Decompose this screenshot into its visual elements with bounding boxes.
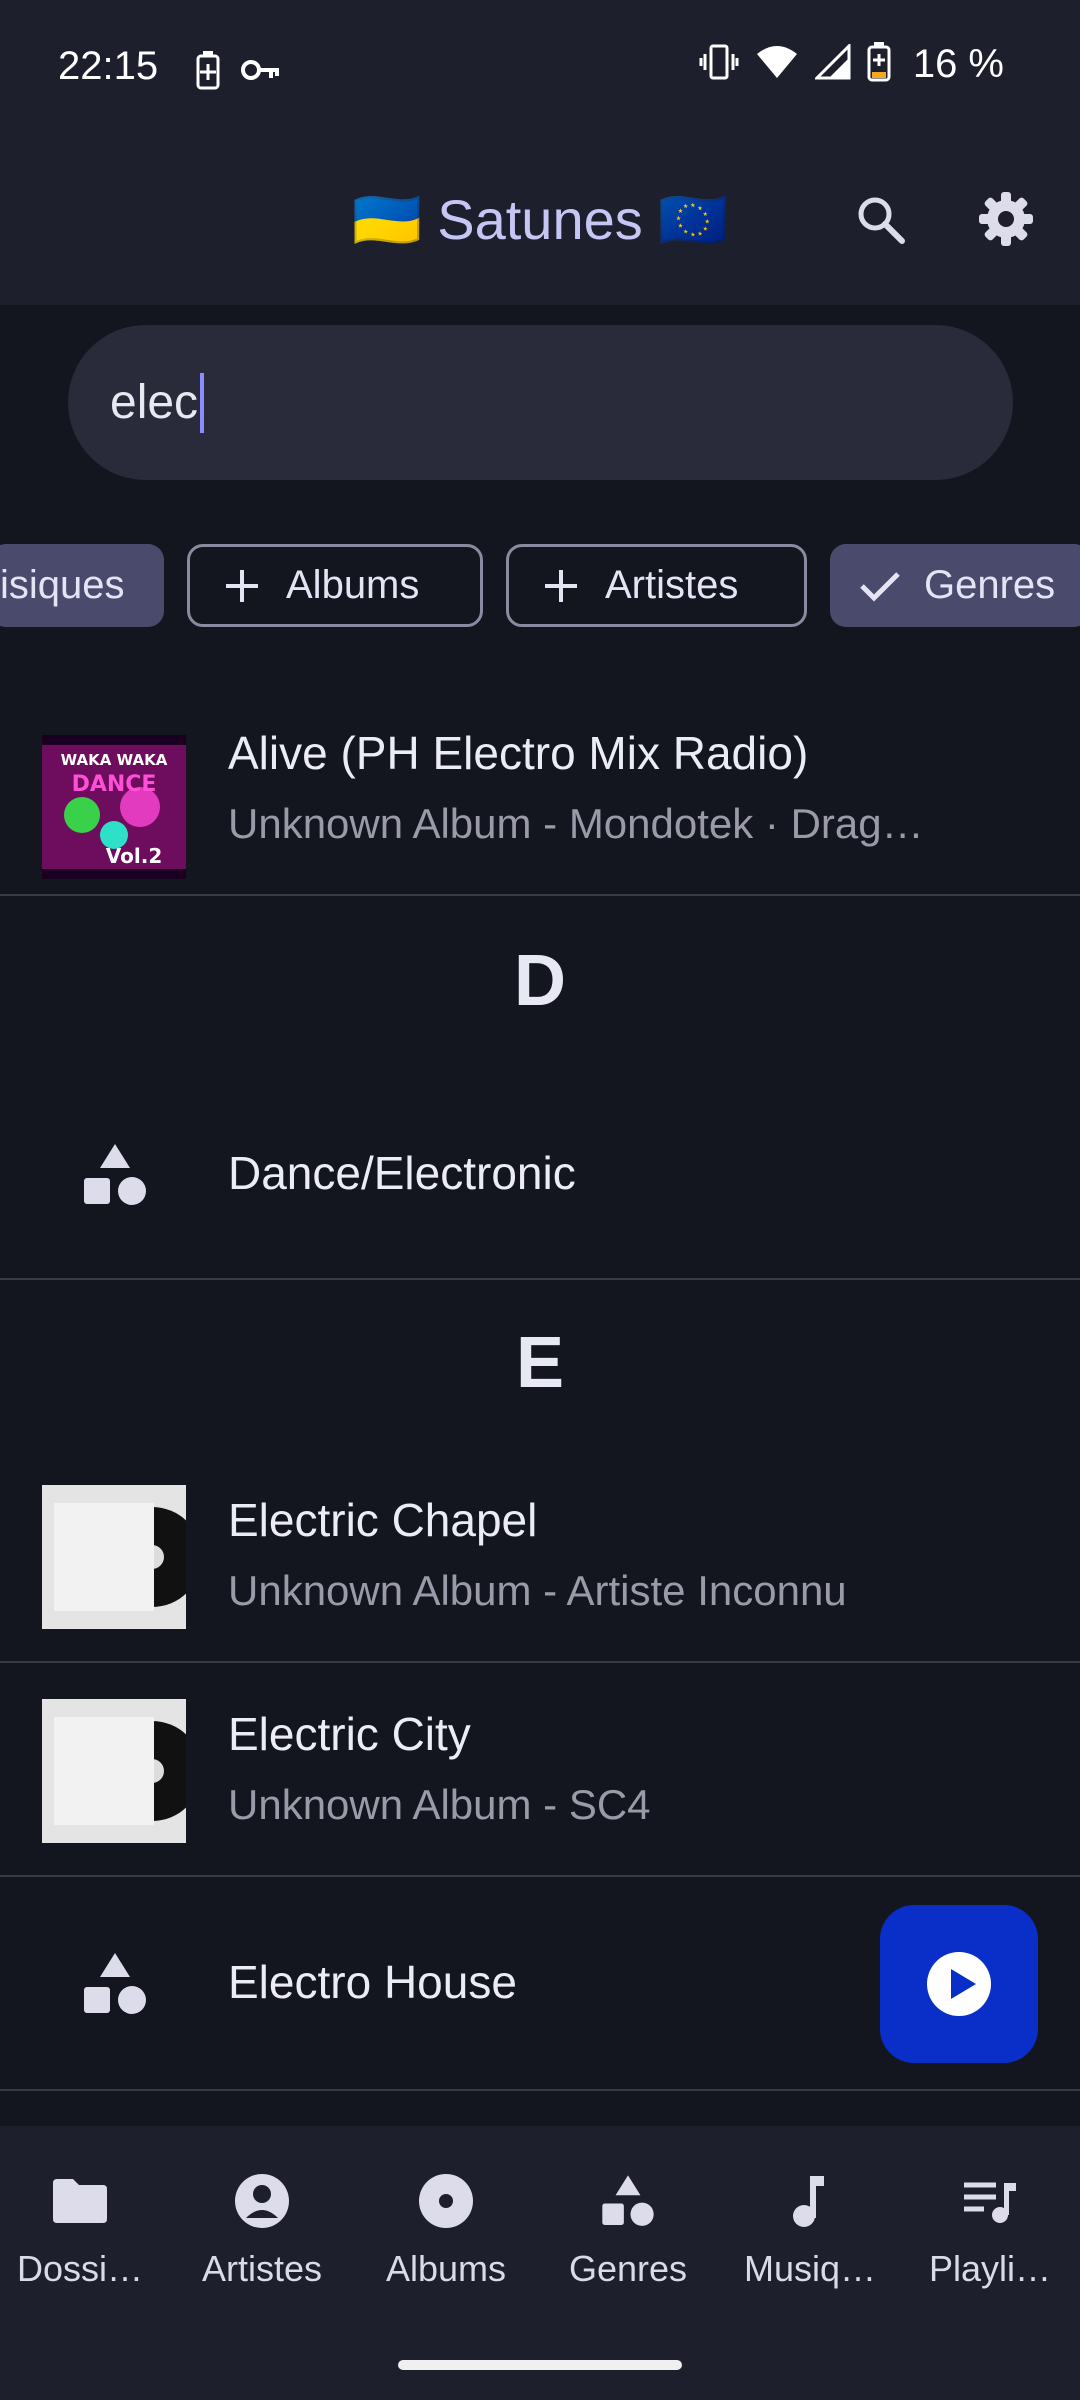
section-header: D: [514, 941, 566, 1021]
section-header: E: [515, 1323, 565, 1403]
search-input-value: elec: [110, 376, 199, 429]
list-item-song[interactable]: Electric Chapel Unknown Album - Artiste …: [0, 1445, 1080, 1663]
song-subtitle: Unknown Album - Artiste Inconnu: [228, 1567, 847, 1614]
wifi-icon: [755, 44, 799, 85]
category-icon: [84, 1144, 146, 1205]
chip-albums[interactable]: Albums: [187, 544, 483, 627]
chip-genres[interactable]: Genres: [830, 544, 1080, 627]
song-title: Electric Chapel: [228, 1494, 538, 1546]
list-item-genre[interactable]: Dance/Electronic: [0, 1070, 1080, 1280]
category-icon: [84, 1953, 146, 2014]
chip-albums-label: Albums: [286, 563, 420, 607]
album-art-vinyl: [42, 1699, 186, 1843]
status-time: 22:15: [58, 44, 159, 88]
music-note-icon: [720, 2166, 900, 2236]
album-icon: [356, 2166, 536, 2236]
song-title: Alive (PH Electro Mix Radio): [228, 727, 809, 779]
search-icon[interactable]: [848, 187, 912, 251]
folder-icon: [0, 2166, 170, 2236]
add-icon: [220, 564, 264, 608]
song-subtitle: Unknown Album - SC4: [228, 1781, 651, 1828]
svg-text:WAKA WAKA: WAKA WAKA: [61, 751, 168, 769]
nav-item-albums[interactable]: Albums: [356, 2166, 536, 2290]
play-fab-button[interactable]: [880, 1905, 1038, 2063]
chip-artistes[interactable]: Artistes: [506, 544, 807, 627]
home-indicator[interactable]: [398, 2360, 682, 2370]
nav-item-genres[interactable]: Genres: [538, 2166, 718, 2290]
nav-item-playlists[interactable]: Playli…: [900, 2166, 1080, 2290]
album-art-vinyl: [42, 1485, 186, 1629]
chip-musiques[interactable]: isiques: [0, 544, 164, 627]
battery-saver-icon: [195, 50, 221, 95]
genre-title: Electro House: [228, 1956, 517, 2008]
vpn-key-icon: [241, 55, 281, 90]
song-subtitle: Unknown Album - Mondotek · Drag…: [228, 800, 924, 847]
nav-item-musiques[interactable]: Musiq…: [720, 2166, 900, 2290]
search-input[interactable]: elec: [68, 325, 1013, 480]
chip-genres-label: Genres: [924, 563, 1056, 607]
check-icon: [858, 564, 902, 608]
signal-icon: [813, 42, 851, 85]
app-title: 🇺🇦 Satunes 🇪🇺: [351, 188, 729, 251]
account-circle-icon: [172, 2166, 352, 2236]
nav-item-dossiers[interactable]: Dossi…: [0, 2166, 170, 2290]
list-item-song[interactable]: WAKA WAKA DANCE Vol.2 Alive (PH Electro …: [0, 680, 1080, 896]
category-icon: [538, 2166, 718, 2236]
top-app-bar: 🇺🇦 Satunes 🇪🇺: [0, 135, 1080, 305]
settings-gear-icon[interactable]: [974, 187, 1038, 251]
nav-item-artistes[interactable]: Artistes: [172, 2166, 352, 2290]
status-bar: 22:15 16 %: [0, 0, 1080, 135]
album-art: WAKA WAKA DANCE Vol.2: [42, 735, 186, 879]
list-item-song[interactable]: Electric City Unknown Album - SC4: [0, 1663, 1080, 1877]
play-circle-icon: [927, 1952, 991, 2016]
chip-artistes-label: Artistes: [605, 563, 739, 607]
queue-music-icon: [900, 2166, 1080, 2236]
song-title: Electric City: [228, 1708, 471, 1760]
svg-text:DANCE: DANCE: [72, 772, 157, 797]
chip-musiques-label: isiques: [0, 563, 125, 607]
bottom-navigation: Dossi… Artistes Albums Genres Musiq… Pla…: [0, 2126, 1080, 2400]
vibrate-icon: [699, 44, 739, 85]
battery-percent: 16 %: [912, 42, 1004, 86]
text-cursor: [200, 372, 205, 433]
svg-text:Vol.2: Vol.2: [106, 844, 163, 868]
battery-icon: [867, 42, 891, 87]
add-icon: [539, 564, 583, 608]
genre-title: Dance/Electronic: [228, 1147, 576, 1199]
